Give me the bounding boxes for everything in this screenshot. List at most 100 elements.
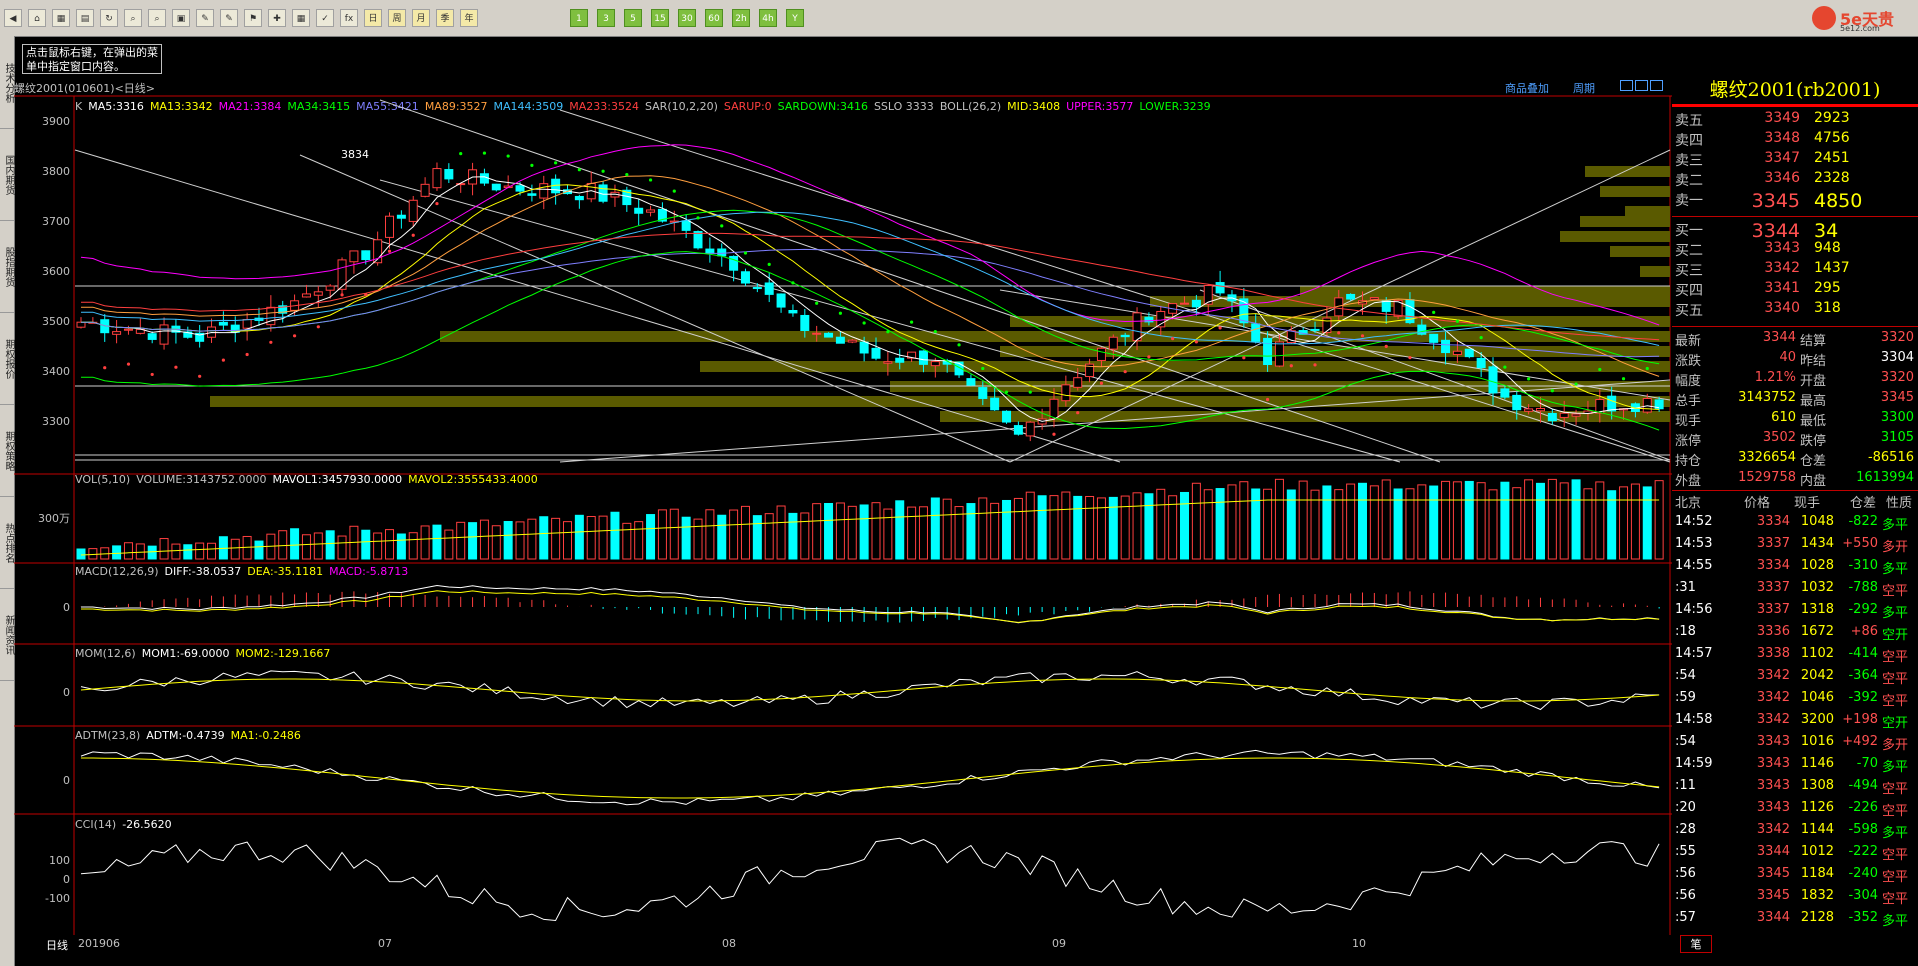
- sar-dot: [1265, 397, 1270, 402]
- sar-dot: [1218, 326, 1222, 330]
- tick-volume: 1012: [1800, 844, 1834, 859]
- tick-oi-change: -70: [1856, 756, 1878, 771]
- tick-row: 14:58 3342 3200 +198 空开: [1672, 712, 1918, 734]
- ask-row: 卖四 3348 4756: [1672, 130, 1918, 150]
- candle-body: [444, 169, 454, 180]
- ticks-divider: [1672, 490, 1918, 491]
- volume-bar: [930, 497, 940, 560]
- volume-bar: [705, 509, 715, 560]
- volume-bar: [385, 529, 395, 560]
- stat-value: 3304: [1880, 350, 1914, 365]
- tick-nature: 空平: [1882, 672, 1909, 687]
- candle-body: [966, 378, 976, 386]
- mom-label-part: MOM(12,6): [75, 647, 136, 660]
- tick-volume: 1016: [1800, 734, 1834, 749]
- volume-bar: [1405, 488, 1415, 560]
- logo-icon: [1812, 6, 1836, 30]
- volume-profile-bar: [1300, 286, 1670, 297]
- mom2-line: [80, 678, 1660, 702]
- tick-row: :11 3343 1308 -494 空平: [1672, 778, 1918, 800]
- bid-row: 买五 3340 318: [1672, 300, 1918, 320]
- candle-body: [159, 324, 169, 345]
- volume-bar: [491, 525, 501, 560]
- volume-bar: [907, 506, 917, 560]
- candle-body: [1049, 398, 1059, 420]
- tick-oi-change: -364: [1848, 668, 1878, 683]
- volume-y-tick: 300万: [38, 512, 70, 525]
- sar-dot: [862, 321, 866, 325]
- candle-body: [693, 231, 703, 249]
- tick-row: :18 3336 1672 +86 空开: [1672, 624, 1918, 646]
- tick-volume: 1028: [1800, 558, 1834, 573]
- volume-bar: [337, 535, 347, 560]
- sar-dot: [1147, 355, 1151, 359]
- candle-body: [1452, 350, 1462, 356]
- tick-tab[interactable]: 笔: [1680, 935, 1712, 953]
- logo-subtext: 5e12.com: [1840, 24, 1880, 33]
- sar-dot: [292, 334, 297, 338]
- volume-bar: [1452, 481, 1462, 560]
- stat-label: 开盘: [1800, 374, 1827, 389]
- tick-nature: 空平: [1882, 650, 1909, 665]
- quote-level-label: 卖五: [1675, 113, 1703, 129]
- tick-volume: 2042: [1800, 668, 1834, 683]
- sar-dot: [435, 201, 439, 206]
- tick-nature: 空平: [1882, 782, 1909, 797]
- tick-nature: 空开: [1882, 628, 1909, 643]
- tick-header: 北京 价格 现手 仓差 性质: [1672, 492, 1918, 512]
- volume-bar: [1002, 499, 1012, 560]
- sar-dot: [886, 330, 890, 334]
- candle-body: [1547, 412, 1557, 422]
- quote-level-price: 3341: [1764, 280, 1800, 296]
- tick-volume: 1832: [1800, 888, 1834, 903]
- sar-dot: [316, 325, 320, 329]
- volume-profile-bar: [700, 361, 1670, 372]
- stat-label: 结算: [1800, 334, 1827, 349]
- stat-row: 现手 610 最低 3300: [1672, 410, 1918, 430]
- stat-value: 3345: [1880, 390, 1914, 405]
- volume-bar: [1346, 483, 1356, 560]
- quote-level-volume: 948: [1814, 240, 1841, 256]
- quote-level-volume: 4756: [1814, 130, 1850, 146]
- sar-dot: [1313, 363, 1317, 367]
- volume-bar: [610, 511, 620, 560]
- volume-label-part: VOLUME:3143752.0000: [136, 473, 267, 486]
- sar-dot: [150, 372, 154, 377]
- tick-oi-change: -222: [1848, 844, 1878, 859]
- candle-body: [871, 347, 881, 359]
- volume-bar: [847, 505, 857, 560]
- tick-header-cell: 性质: [1886, 496, 1913, 511]
- bid-row: 买四 3341 295: [1672, 280, 1918, 300]
- volume-bar: [1642, 486, 1652, 560]
- quote-level-label: 卖一: [1675, 193, 1703, 209]
- candle-body: [1369, 297, 1379, 300]
- tick-price: 3344: [1756, 844, 1790, 859]
- volume-bar: [1524, 479, 1534, 560]
- tick-time: :56: [1675, 888, 1696, 903]
- volume-bar: [1417, 484, 1427, 560]
- tick-row: 14:59 3343 1146 -70 多平: [1672, 756, 1918, 778]
- volume-bar: [681, 516, 691, 560]
- tick-price: 3345: [1756, 866, 1790, 881]
- volume-bar: [1476, 482, 1486, 560]
- cci-y-tick: 100: [49, 854, 70, 867]
- candle-body: [1108, 336, 1118, 350]
- stat-label: 昨结: [1800, 354, 1827, 369]
- tick-volume: 3200: [1800, 712, 1834, 727]
- quote-level-volume: 34: [1814, 220, 1839, 242]
- diff-line: [81, 584, 1660, 624]
- volume-bar: [278, 530, 288, 560]
- tick-nature: 多平: [1882, 606, 1909, 621]
- sar-dot: [1455, 319, 1460, 323]
- sar-dot: [1645, 366, 1649, 371]
- tick-time: :31: [1675, 580, 1696, 595]
- stat-label: 总手: [1675, 394, 1702, 409]
- candle-body: [859, 341, 869, 354]
- tick-header-cell: 现手: [1794, 496, 1821, 511]
- stat-label: 涨跌: [1675, 354, 1702, 369]
- candle-body: [1239, 298, 1249, 324]
- tick-volume: 1434: [1800, 536, 1834, 551]
- quote-level-label: 卖三: [1675, 153, 1703, 169]
- candle-body: [539, 183, 549, 199]
- sar-dot: [198, 374, 202, 378]
